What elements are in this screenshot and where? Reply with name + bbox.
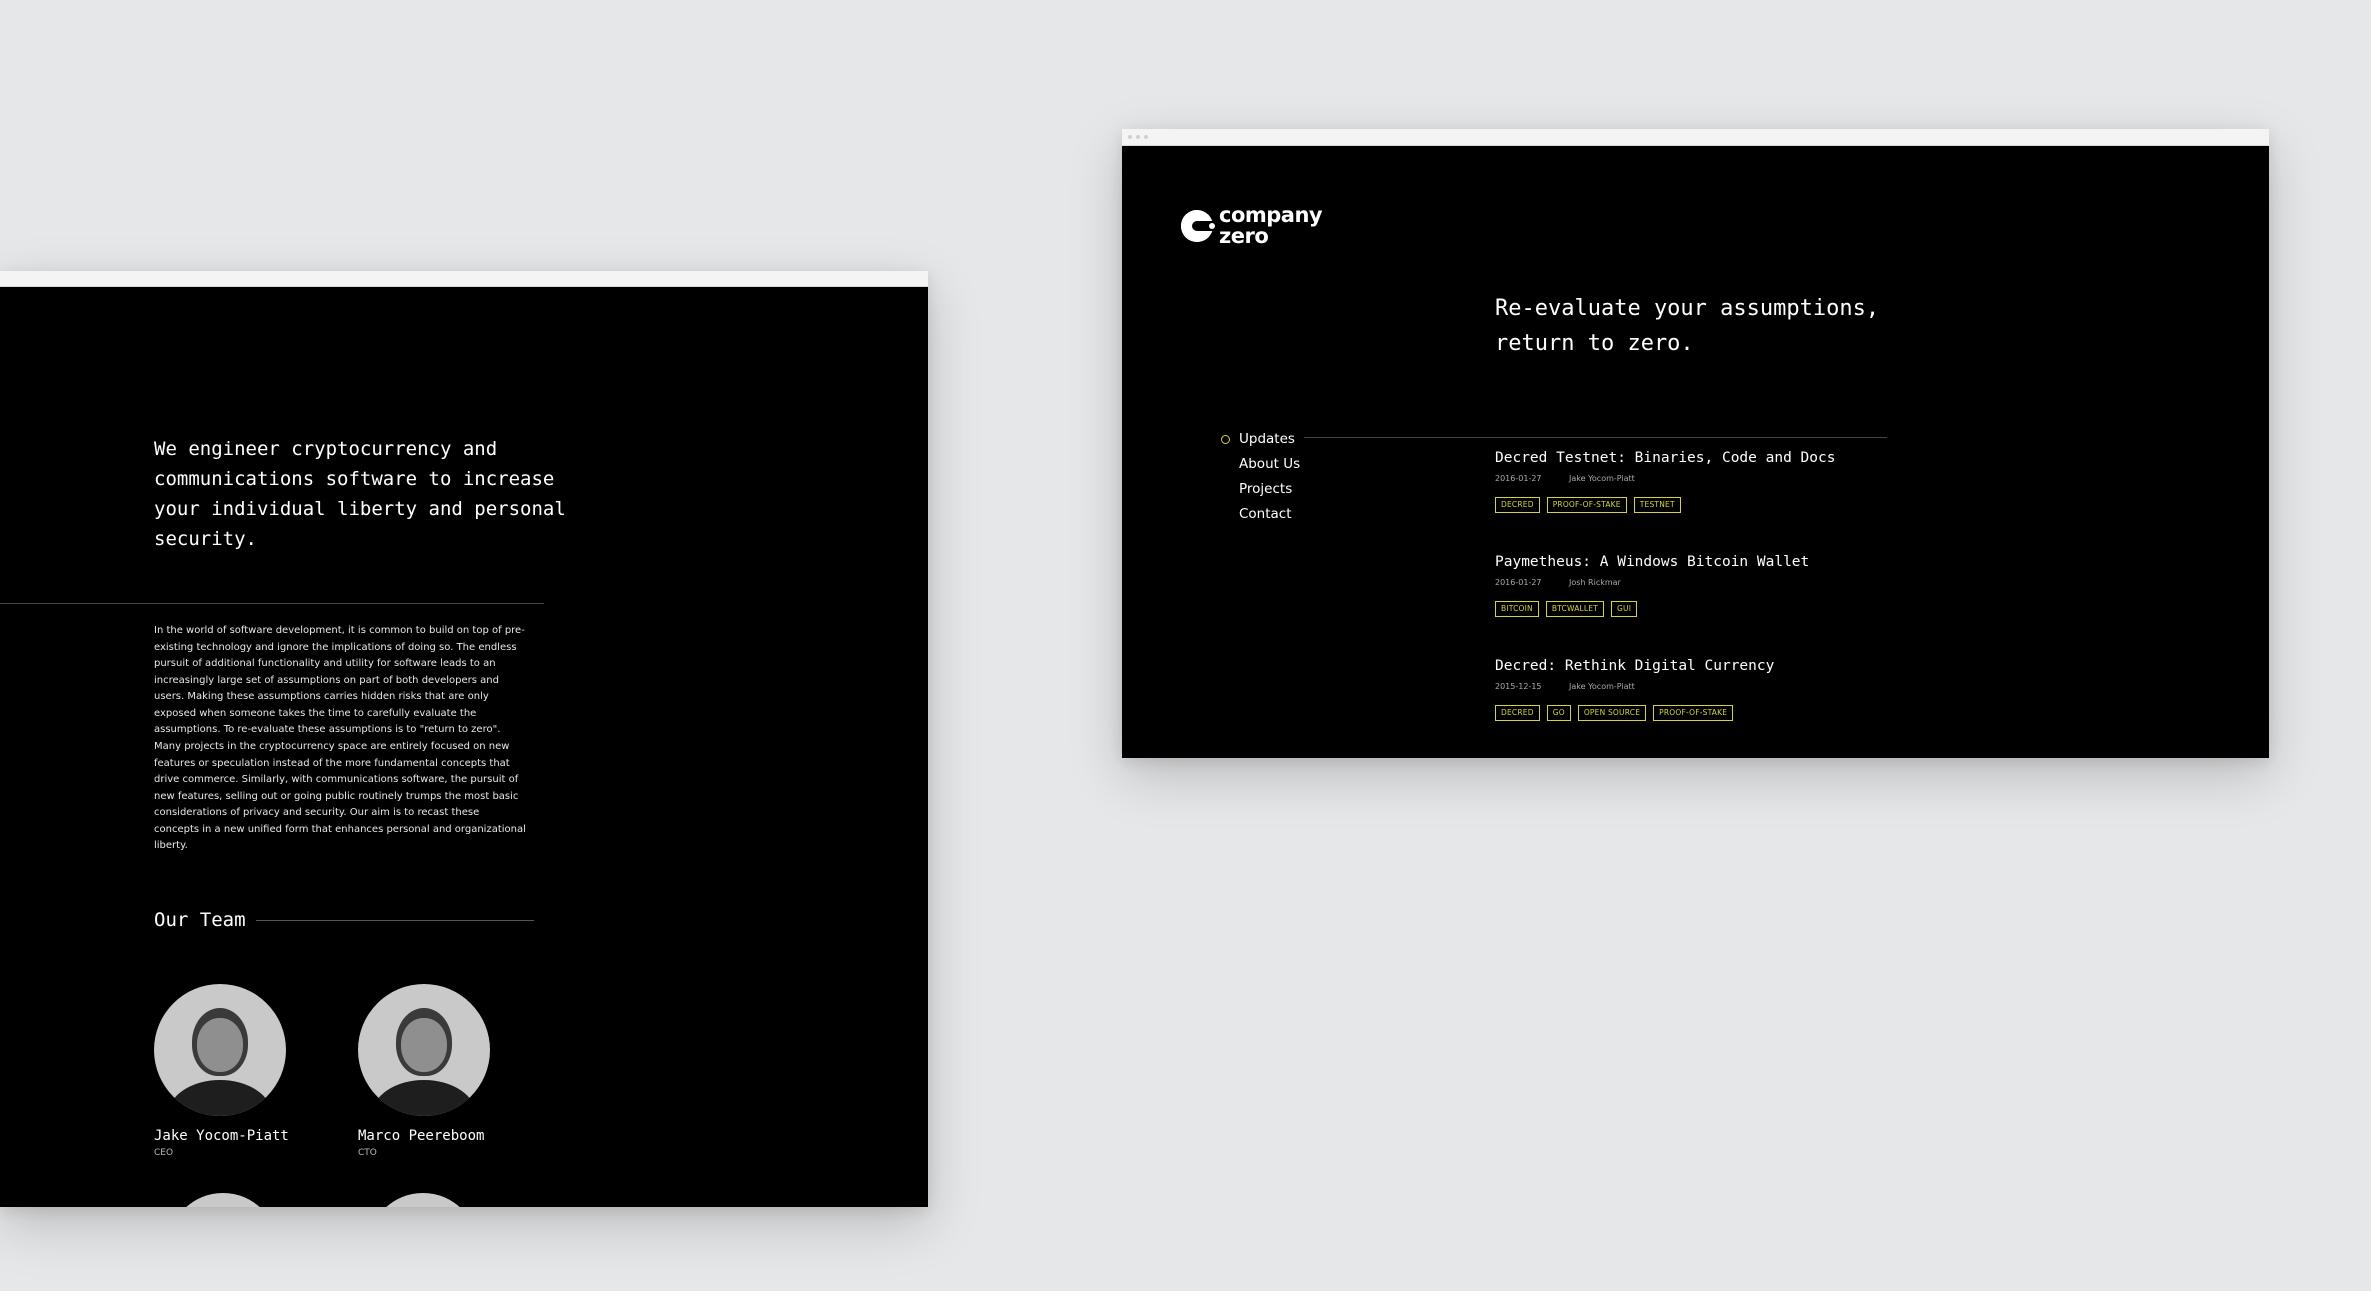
post-author: Josh Rickmar	[1569, 578, 1621, 587]
browser-chrome	[0, 271, 928, 287]
post-date: 2015-12-15	[1495, 682, 1542, 691]
avatar	[358, 984, 490, 1116]
team-member-role: CTO	[358, 1148, 377, 1158]
avatar	[154, 984, 286, 1116]
tag[interactable]: DECRED	[1495, 497, 1540, 513]
tag[interactable]: PROOF-OF-STAKE	[1546, 497, 1627, 513]
tagline: Re-evaluate your assumptions, return to …	[1495, 291, 1915, 361]
post-title-link[interactable]: Decred: Rethink Digital Currency	[1495, 658, 1915, 674]
about-page-window: We engineer cryptocurrency and communica…	[0, 271, 928, 1207]
avatar	[368, 1193, 478, 1207]
bullet-circle-icon	[1221, 435, 1230, 444]
avatar	[168, 1193, 278, 1207]
post-item: Decred: Rethink Digital Currency 2015-12…	[1495, 658, 1915, 721]
post-tags: DECRED PROOF-OF-STAKE TESTNET	[1495, 497, 1915, 513]
post-meta: 2015-12-15 Jake Yocom-Piatt	[1495, 682, 1915, 691]
nav-item-updates[interactable]: Updates	[1219, 427, 1300, 452]
team-section-heading: Our Team	[154, 909, 534, 931]
tag[interactable]: BITCOIN	[1495, 601, 1539, 617]
company-zero-logo-icon	[1181, 210, 1215, 242]
nav-item-contact[interactable]: Contact	[1219, 502, 1300, 527]
post-author: Jake Yocom-Piatt	[1569, 474, 1635, 483]
nav-item-label: Contact	[1239, 506, 1292, 522]
logo-wordmark: company zero	[1219, 203, 1323, 248]
heading-rule	[255, 919, 534, 921]
post-item: Decred Testnet: Binaries, Code and Docs …	[1495, 450, 1915, 513]
browser-chrome	[1122, 129, 2269, 146]
post-title-link[interactable]: Paymetheus: A Windows Bitcoin Wallet	[1495, 554, 1915, 570]
post-meta: 2016-01-27 Josh Rickmar	[1495, 578, 1915, 587]
tag[interactable]: GUI	[1611, 601, 1638, 617]
tag[interactable]: GO	[1546, 705, 1571, 721]
company-zero-logo[interactable]: company zero	[1179, 203, 1323, 248]
team-member-card[interactable]: Marco Peereboom CTO	[358, 984, 558, 1158]
team-member-name: Jake Yocom-Piatt	[154, 1128, 289, 1144]
mission-statement: We engineer cryptocurrency and communica…	[154, 438, 566, 550]
divider	[0, 603, 544, 604]
nav-item-label: Updates	[1239, 431, 1295, 447]
post-title-link[interactable]: Decred Testnet: Binaries, Code and Docs	[1495, 450, 1915, 466]
tag[interactable]: PROOF-OF-STAKE	[1653, 705, 1734, 721]
post-tags: DECRED GO OPEN SOURCE PROOF-OF-STAKE	[1495, 705, 1915, 721]
about-paragraph: In the world of software development, it…	[154, 625, 525, 735]
tag[interactable]: DECRED	[1495, 705, 1540, 721]
team-member-name: Marco Peereboom	[358, 1128, 485, 1144]
tagline-line: return to zero.	[1495, 331, 1694, 356]
logo-line: zero	[1219, 224, 1269, 248]
team-member-card[interactable]: Jake Yocom-Piatt CEO	[154, 984, 354, 1158]
nav-item-projects[interactable]: Projects	[1219, 477, 1300, 502]
nav-divider	[1304, 437, 1887, 438]
team-member-role: CEO	[154, 1148, 174, 1158]
post-tags: BITCOIN BTCWALLET GUI	[1495, 601, 1915, 617]
home-page-window: company zero Re-evaluate your assumption…	[1122, 129, 2269, 758]
tag[interactable]: OPEN SOURCE	[1577, 705, 1647, 721]
post-author: Jake Yocom-Piatt	[1569, 682, 1635, 691]
nav-item-label: About Us	[1239, 456, 1301, 472]
main-nav: Updates About Us Projects Contact	[1219, 427, 1300, 527]
post-item: Paymetheus: A Windows Bitcoin Wallet 201…	[1495, 554, 1915, 617]
tag[interactable]: TESTNET	[1633, 497, 1681, 513]
team-heading-text: Our Team	[154, 909, 246, 931]
tagline-line: Re-evaluate your assumptions,	[1495, 296, 1880, 321]
post-date: 2016-01-27	[1495, 578, 1542, 587]
logo-line: company	[1219, 203, 1323, 227]
nav-item-label: Projects	[1239, 481, 1293, 497]
nav-item-about-us[interactable]: About Us	[1219, 452, 1300, 477]
post-meta: 2016-01-27 Jake Yocom-Piatt	[1495, 474, 1915, 483]
tag[interactable]: BTCWALLET	[1545, 601, 1605, 617]
post-date: 2016-01-27	[1495, 474, 1542, 483]
about-paragraph: Many projects in the cryptocurrency spac…	[154, 741, 526, 851]
